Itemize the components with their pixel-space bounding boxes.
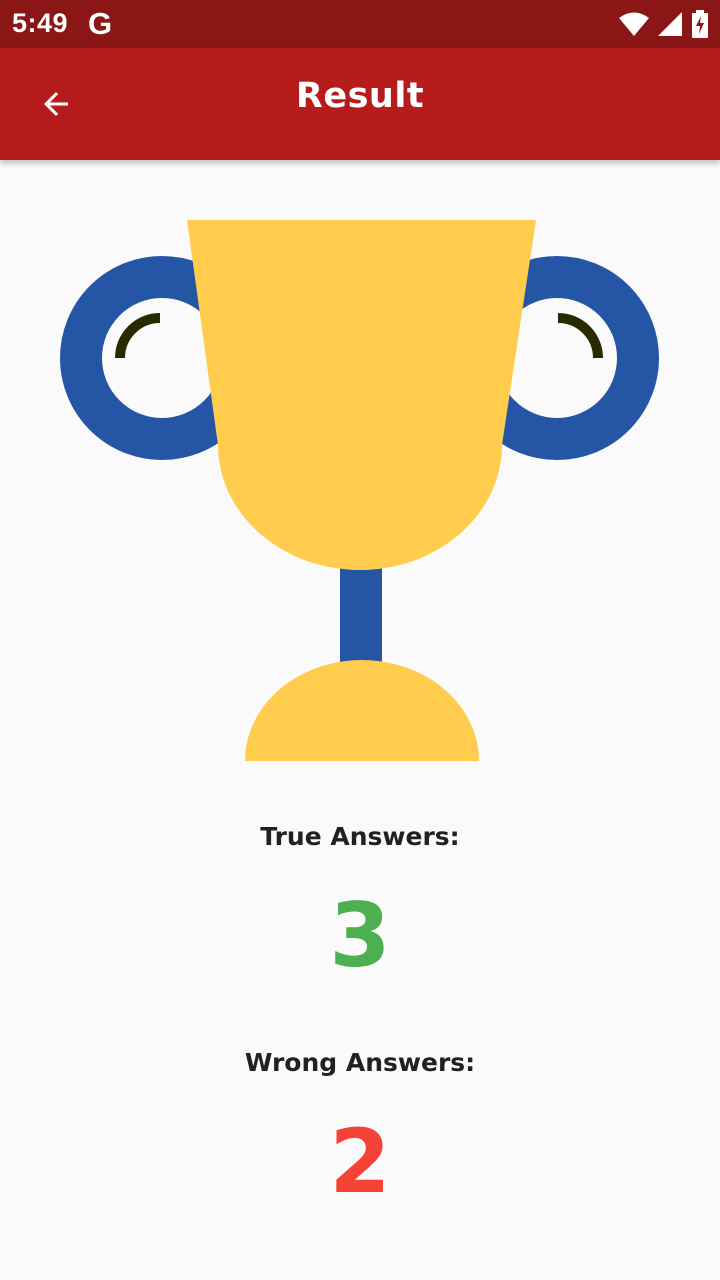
cell-signal-icon bbox=[658, 12, 682, 36]
wrong-answers-label: Wrong Answers: bbox=[244, 1048, 476, 1077]
trophy-icon bbox=[60, 220, 659, 761]
app-bar: Result bbox=[0, 48, 720, 160]
wifi-icon bbox=[619, 12, 649, 36]
true-answers-value: 3 bbox=[329, 884, 391, 987]
true-answers-label: True Answers: bbox=[260, 822, 460, 851]
status-icons bbox=[618, 10, 708, 38]
battery-charging-icon bbox=[692, 10, 708, 38]
google-g-icon: G bbox=[88, 6, 113, 41]
status-time: 5:49 bbox=[12, 8, 69, 38]
page-title: Result bbox=[295, 76, 425, 116]
wrong-answers-value: 2 bbox=[329, 1110, 391, 1213]
status-bar: 5:49 G bbox=[0, 0, 720, 48]
